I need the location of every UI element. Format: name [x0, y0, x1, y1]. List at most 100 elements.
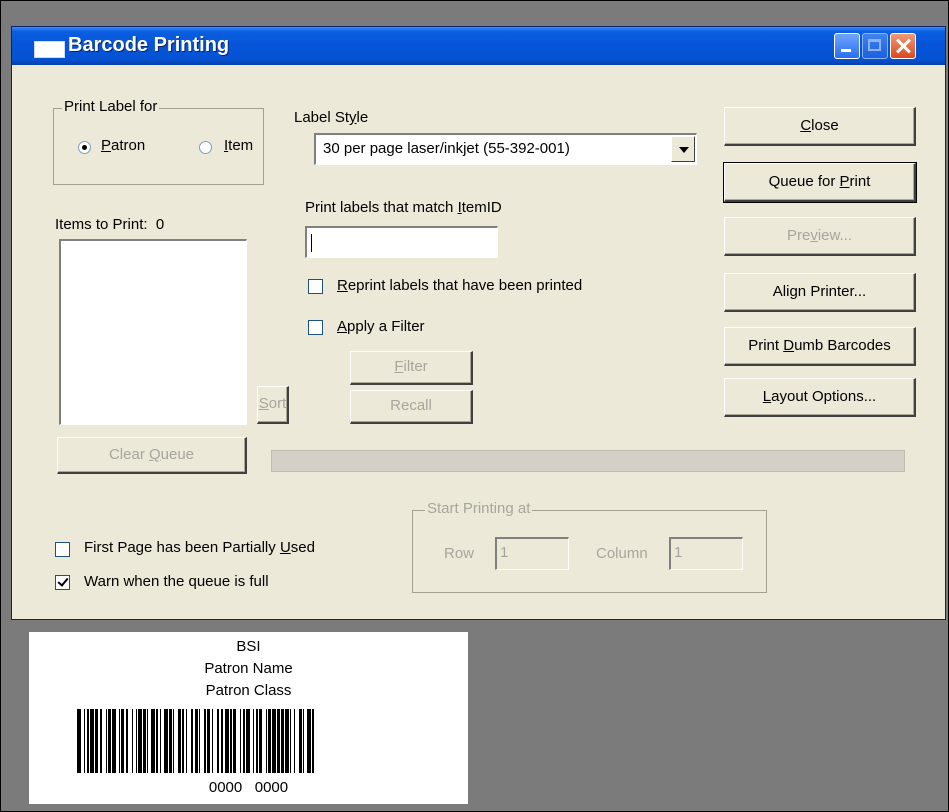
barcode-label-preview: BSI Patron Name Patron Class 0000 0000 — [29, 632, 468, 804]
print-progress-bar — [271, 450, 905, 472]
barcode-bar — [246, 709, 250, 773]
barcode-bar — [281, 709, 284, 773]
barcode-bar — [191, 709, 193, 773]
window-title: Barcode Printing — [68, 34, 230, 56]
item-radio[interactable] — [199, 141, 212, 154]
barcode-bar — [285, 709, 289, 773]
barcode-bar — [105, 709, 107, 773]
barcode-bar — [290, 709, 292, 773]
close-button[interactable]: Close — [724, 107, 916, 146]
filter-button: Filter — [350, 351, 473, 385]
barcode-bar — [173, 709, 175, 773]
barcode-bar — [135, 709, 137, 773]
barcode-bar — [199, 709, 201, 773]
first-page-partially-used-label[interactable]: First Page has been Partially Used — [84, 539, 315, 556]
barcode-bar — [186, 709, 188, 773]
barcode-bar — [294, 709, 296, 773]
warn-queue-full-checkbox[interactable] — [55, 575, 70, 590]
barcode-bar — [303, 709, 305, 773]
barcode-bar — [95, 709, 98, 773]
barcode-bar — [212, 709, 214, 773]
apply-filter-checkbox[interactable] — [308, 320, 323, 335]
close-window-button[interactable] — [890, 33, 916, 59]
patron-radio-label[interactable]: Patron — [101, 137, 145, 154]
recall-button: Recall — [350, 390, 473, 424]
barcode-bar — [169, 709, 172, 773]
warn-queue-full-label[interactable]: Warn when the queue is full — [84, 573, 269, 590]
label-style-label: Label Style — [294, 109, 369, 126]
layout-options-button[interactable]: Layout Options... — [724, 378, 916, 417]
column-label: Column — [596, 545, 648, 562]
item-radio-label[interactable]: Item — [224, 137, 253, 154]
label-line-patron-class: Patron Class — [205, 682, 292, 699]
maximize-button — [862, 33, 888, 59]
barcode-bar — [90, 709, 94, 773]
barcode-bar — [272, 709, 276, 773]
barcode-bar — [225, 709, 230, 773]
print-dumb-barcodes-button[interactable]: Print Dumb Barcodes — [724, 327, 916, 366]
print-label-for-group: Print Label for Patron Item — [53, 98, 264, 185]
barcode-bar — [126, 709, 128, 773]
sort-button: Sort — [257, 386, 289, 424]
print-label-for-title: Print Label for — [62, 98, 160, 115]
row-label: Row — [444, 545, 475, 562]
barcode-bar — [204, 709, 206, 773]
barcode-bar — [156, 709, 158, 773]
title-bar[interactable]: Barcode Printing — [12, 27, 945, 65]
barcode-bar — [121, 709, 124, 773]
barcode-bar — [299, 709, 302, 773]
queue-for-print-button[interactable]: Queue for Print — [723, 162, 917, 203]
barcode-bar — [151, 709, 155, 773]
start-printing-at-title: Start Printing at — [425, 500, 533, 517]
label-line-org: BSI — [236, 638, 261, 655]
label-line-patron-name: Patron Name — [204, 660, 293, 677]
barcode-bar — [312, 709, 314, 773]
barcode-bar — [259, 709, 262, 773]
barcode-bar — [108, 709, 111, 773]
barcode-bar — [307, 709, 311, 773]
barcode-bar — [164, 709, 168, 773]
barcode-bar — [118, 709, 120, 773]
barcode-bar — [243, 709, 245, 773]
label-style-combobox[interactable]: 30 per page laser/inkjet (55-392-001) — [314, 133, 697, 165]
barcode-bar — [230, 709, 232, 773]
barcode-bar — [217, 709, 219, 773]
barcode-bar — [221, 709, 223, 773]
barcode-bar — [277, 709, 280, 773]
row-input: 1 — [495, 537, 569, 570]
align-printer-button[interactable]: Align Printer... — [724, 273, 916, 312]
patron-radio[interactable] — [78, 141, 91, 154]
items-to-print-list[interactable] — [59, 239, 247, 425]
reprint-checkbox[interactable] — [308, 279, 323, 294]
start-printing-at-group: Start Printing at Row 1 Column 1 — [412, 500, 767, 593]
match-itemid-input[interactable] — [305, 226, 498, 258]
column-input: 1 — [669, 537, 743, 570]
barcode-bar — [160, 709, 162, 773]
combo-dropdown-arrow-icon[interactable] — [671, 136, 695, 162]
barcode-bar — [256, 709, 258, 773]
label-style-value: 30 per page laser/inkjet (55-392-001) — [323, 140, 570, 157]
first-page-partially-used-checkbox[interactable] — [55, 542, 70, 557]
barcode-bar — [239, 709, 241, 773]
barcode-bar — [178, 709, 181, 773]
minimize-button[interactable] — [834, 33, 860, 59]
match-itemid-label: Print labels that match ItemID — [305, 199, 502, 216]
barcode-bar — [77, 709, 81, 773]
reprint-checkbox-label[interactable]: Reprint labels that have been printed — [337, 277, 582, 294]
barcode-printing-dialog: Barcode Printing Print Label for Patron … — [11, 26, 946, 620]
barcode-bar — [207, 709, 210, 773]
clear-queue-button: Clear Queue — [57, 437, 247, 474]
barcode-bar — [143, 709, 146, 773]
barcode-bar — [112, 709, 116, 773]
barcode-bar — [265, 709, 267, 773]
barcode-bar — [87, 709, 89, 773]
barcode-bar — [83, 709, 85, 773]
barcode-bar — [100, 709, 102, 773]
window-icon — [34, 41, 65, 58]
text-caret — [311, 234, 312, 252]
barcode-bar — [268, 709, 271, 773]
barcode-image — [77, 709, 417, 773]
barcode-bar — [131, 709, 133, 773]
barcode-number: 0000 0000 — [208, 779, 289, 796]
apply-filter-checkbox-label[interactable]: Apply a Filter — [337, 318, 425, 335]
